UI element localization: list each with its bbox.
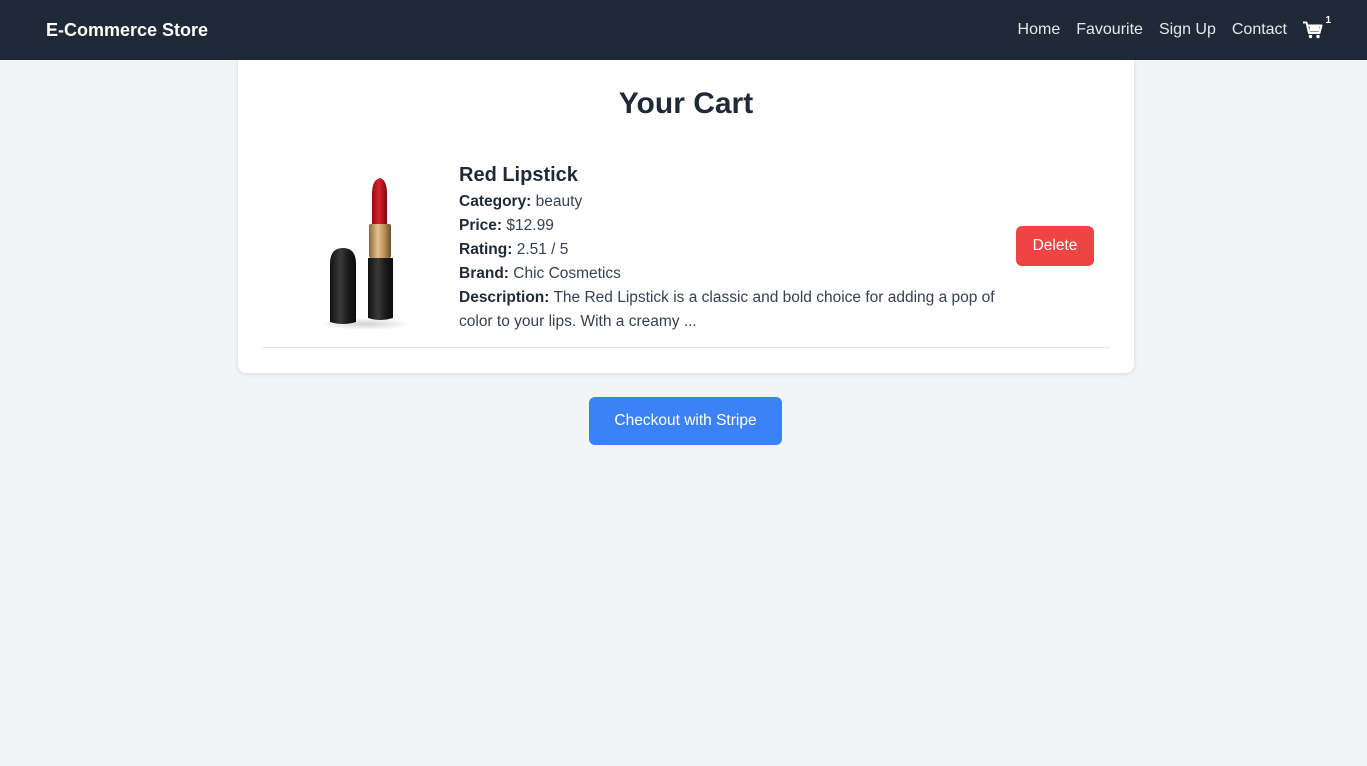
lipstick-product-image	[314, 172, 424, 332]
price-value: $12.99	[506, 217, 554, 234]
category-label: Category:	[459, 193, 532, 210]
description-label: Description:	[459, 289, 550, 306]
cart-count-badge: 1	[1325, 15, 1331, 26]
rating-label: Rating:	[459, 241, 513, 258]
brand-value: Chic Cosmetics	[513, 265, 621, 282]
cart-link[interactable]: 1	[1303, 15, 1331, 41]
product-price: Price: $12.99	[459, 214, 999, 238]
brand-logo-link[interactable]: E-Commerce Store	[46, 20, 208, 41]
page-title: Your Cart	[618, 87, 754, 120]
nav-link-home[interactable]: Home	[1018, 21, 1061, 39]
navbar: E-Commerce Store Home Favourite Sign Up …	[0, 0, 1367, 60]
cart-item: Red Lipstick Category: beauty Price: $12…	[262, 160, 1110, 348]
cart-card: Your Cart Red Lipstick Category: beauty …	[238, 60, 1134, 373]
rating-value: 2.51 / 5	[516, 241, 569, 258]
product-name: Red Lipstick	[459, 164, 578, 186]
category-value: beauty	[535, 193, 583, 210]
shopping-cart-icon	[1303, 21, 1323, 39]
product-details: Red Lipstick Category: beauty Price: $12…	[459, 162, 999, 334]
product-category: Category: beauty	[459, 190, 999, 214]
nav-link-sign-up[interactable]: Sign Up	[1159, 21, 1216, 39]
product-rating: Rating: 2.51 / 5	[459, 238, 999, 262]
nav-link-favourite[interactable]: Favourite	[1076, 21, 1143, 39]
nav-link-contact[interactable]: Contact	[1232, 21, 1287, 39]
delete-button[interactable]: Delete	[1016, 226, 1094, 266]
checkout-button[interactable]: Checkout with Stripe	[589, 397, 782, 445]
price-label: Price:	[459, 217, 503, 234]
nav-links: Home Favourite Sign Up Contact 1	[1002, 15, 1331, 41]
brand-label: Brand:	[459, 265, 509, 282]
product-description: Description: The Red Lipstick is a class…	[459, 286, 999, 334]
product-brand: Brand: Chic Cosmetics	[459, 262, 999, 286]
